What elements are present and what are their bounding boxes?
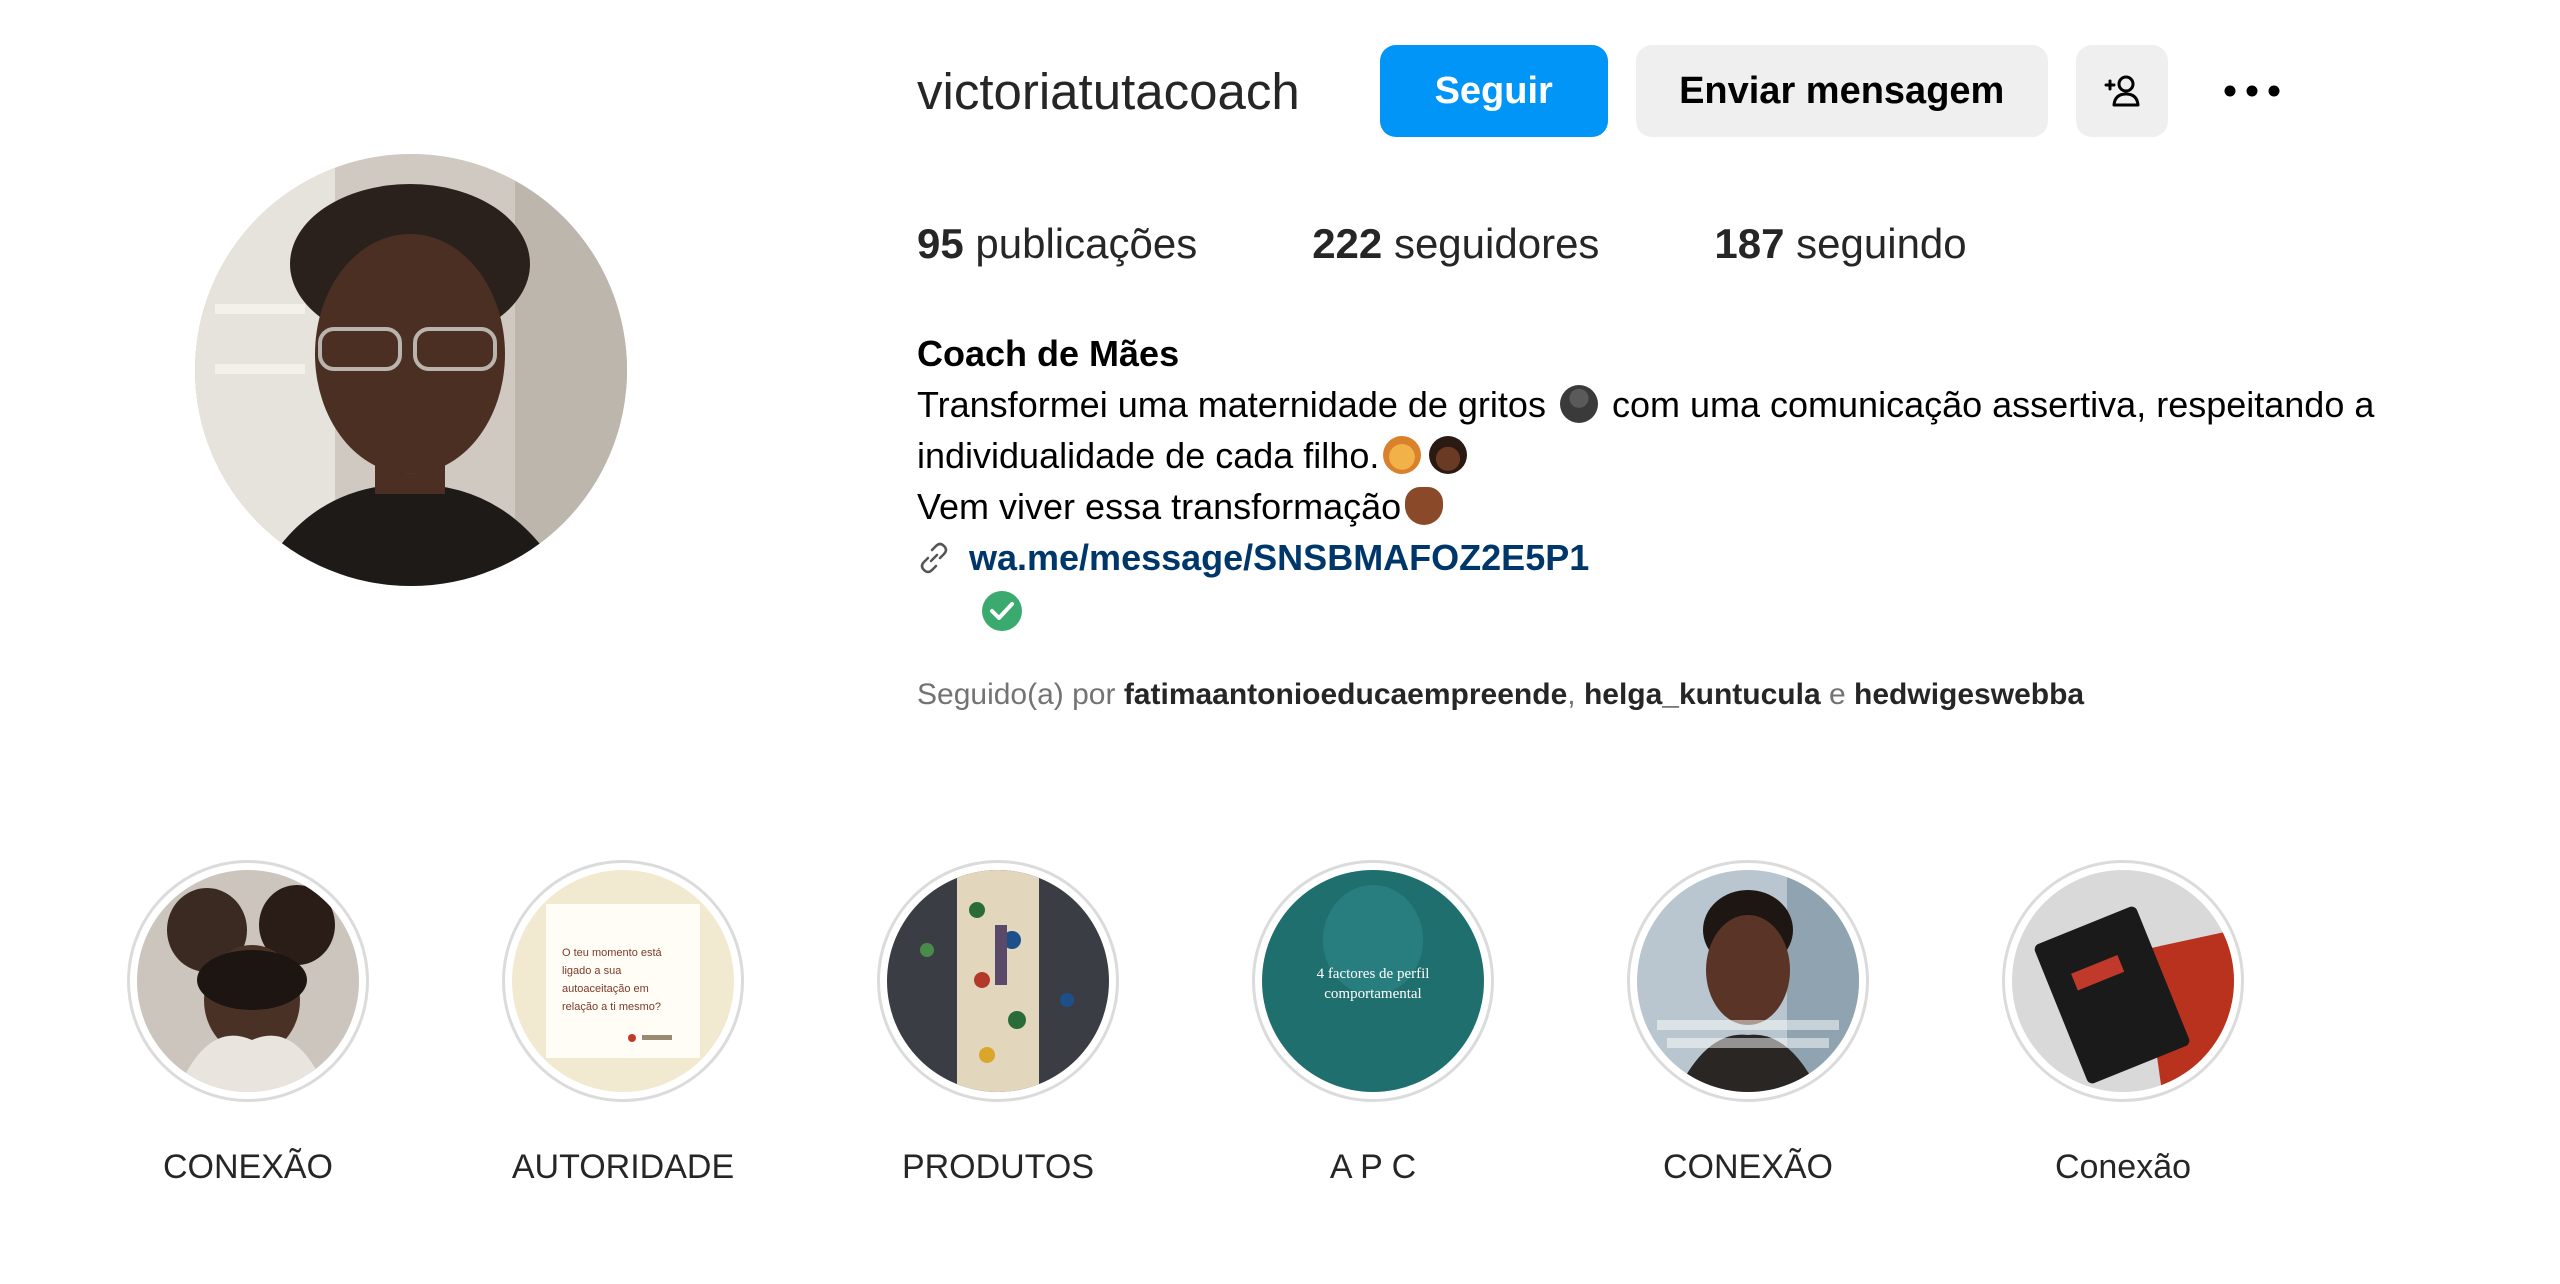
following-count: 187 — [1714, 220, 1785, 267]
highlight-item[interactable]: CONEXÃO — [118, 860, 378, 1187]
followers-count: 222 — [1312, 220, 1383, 267]
bio-line-3-text: Vem viver essa transformação — [917, 486, 1402, 527]
highlight-cover-image — [137, 870, 359, 1092]
add-person-icon — [2104, 75, 2140, 107]
apc-cover-text-2: comportamental — [1324, 986, 1421, 1002]
bio-line-1: Transformei uma maternidade de gritos co… — [917, 379, 2537, 430]
avatar-photo — [195, 154, 627, 586]
followed-by-separator: , — [1567, 678, 1576, 711]
autoridade-cover-text-2: ligado a sua — [562, 965, 622, 977]
more-horizontal-icon — [2224, 85, 2280, 97]
profile-avatar[interactable] — [195, 154, 627, 586]
highlight-cover: 4 factores de perfil comportamental — [1262, 870, 1484, 1092]
bio-line-3: Vem viver essa transformação — [917, 481, 2537, 532]
highlight-item[interactable]: CONEXÃO — [1618, 860, 1878, 1187]
highlight-label: PRODUTOS — [901, 1148, 1095, 1186]
follow-button[interactable]: Seguir — [1379, 45, 1608, 137]
highlight-label: CONEXÃO — [1662, 1148, 1834, 1186]
posts-label: publicações — [975, 220, 1198, 267]
highlight-cover-image — [887, 870, 1109, 1092]
story-highlights: CONEXÃO O teu momento está ligado a sua … — [0, 860, 2560, 1200]
highlight-cover-ring: 4 factores de perfil comportamental — [1252, 860, 1494, 1102]
followed-by-user-2[interactable]: helga_kuntucula — [1584, 678, 1821, 711]
highlight-item[interactable]: O teu momento está ligado a sua autoacei… — [493, 860, 753, 1187]
highlight-cover-image — [1637, 870, 1859, 1092]
boy-emoji-icon — [1383, 436, 1422, 474]
highlight-cover: O teu momento está ligado a sua autoacei… — [512, 870, 734, 1092]
profile-username: victoriatutacoach — [917, 62, 1300, 120]
highlight-item[interactable]: PRODUTOS — [868, 860, 1128, 1187]
posts-stat: 95 publicações — [917, 220, 1197, 268]
following-label: seguindo — [1796, 220, 1967, 267]
highlight-cover-ring — [2002, 860, 2244, 1102]
highlight-cover — [2012, 870, 2234, 1092]
highlight-label: A P C — [1329, 1148, 1417, 1186]
highlight-item[interactable]: 4 factores de perfil comportamental A P … — [1243, 860, 1503, 1187]
highlight-cover-ring — [127, 860, 369, 1102]
autoridade-cover-text-1: O teu momento está — [562, 947, 663, 959]
woman-emoji-icon — [1429, 436, 1468, 474]
link-icon — [920, 542, 948, 573]
bio-line-1-end: com uma comunicação assertiva, respeitan… — [1611, 384, 2375, 425]
posts-count: 95 — [917, 220, 964, 267]
autoridade-cover-text-4: relação a ti mesmo? — [562, 1001, 661, 1013]
followers-label: seguidores — [1393, 220, 1600, 267]
profile-stats: 95 publicações 222 seguidores 187 seguin… — [917, 220, 1967, 268]
bio-line-1-start: Transformei uma maternidade de gritos — [917, 384, 1546, 425]
pointing-down-emoji-icon — [1405, 487, 1444, 525]
profile-bio: Coach de Mães Transformei uma maternidad… — [917, 328, 2537, 633]
send-message-button[interactable]: Enviar mensagem — [1635, 45, 2048, 137]
highlight-cover — [887, 870, 1109, 1092]
highlight-label: AUTORIDADE — [511, 1148, 735, 1186]
highlight-cover-image: 4 factores de perfil comportamental — [1262, 870, 1484, 1092]
bio-link-text: wa.me/message/SNSBMAFOZ2E5P1 — [969, 537, 1590, 578]
highlight-cover-image — [2012, 870, 2234, 1092]
followed-by[interactable]: Seguido(a) por fatimaantonioeducaempreen… — [917, 678, 2084, 712]
highlight-cover-ring — [877, 860, 1119, 1102]
highlight-cover-ring — [1627, 860, 1869, 1102]
bio-line-2: individualidade de cada filho. — [917, 430, 2537, 481]
bio-name: Coach de Mães — [917, 333, 1180, 374]
person-emoji-icon — [1559, 385, 1598, 423]
followed-by-prefix: Seguido(a) por — [917, 678, 1116, 711]
profile-header: victoriatutacoach Seguir Enviar mensagem — [917, 44, 2298, 138]
followed-by-conjunction: e — [1829, 678, 1846, 711]
highlight-label: Conexão — [2054, 1148, 2192, 1186]
verified-check-icon — [982, 591, 1022, 631]
highlight-cover — [137, 870, 359, 1092]
followed-by-user-1[interactable]: fatimaantonioeducaempreende — [1124, 678, 1567, 711]
highlight-cover-image: O teu momento está ligado a sua autoacei… — [512, 870, 734, 1092]
highlight-cover-ring: O teu momento está ligado a sua autoacei… — [502, 860, 744, 1102]
bio-link[interactable]: wa.me/message/SNSBMAFOZ2E5P1 — [917, 532, 2537, 583]
following-stat[interactable]: 187 seguindo — [1714, 220, 1966, 268]
followers-stat[interactable]: 222 seguidores — [1312, 220, 1599, 268]
bio-line-2-text: individualidade de cada filho. — [917, 435, 1380, 476]
highlight-item[interactable]: Conexão — [1993, 860, 2253, 1187]
highlight-label: CONEXÃO — [162, 1148, 334, 1186]
more-options-button[interactable] — [2206, 45, 2298, 137]
autoridade-cover-text-3: autoaceitação em — [562, 983, 649, 995]
suggested-users-button[interactable] — [2075, 45, 2168, 137]
followed-by-user-3[interactable]: hedwigeswebba — [1854, 678, 2084, 711]
highlight-cover — [1637, 870, 1859, 1092]
apc-cover-text-1: 4 factores de perfil — [1317, 966, 1430, 982]
